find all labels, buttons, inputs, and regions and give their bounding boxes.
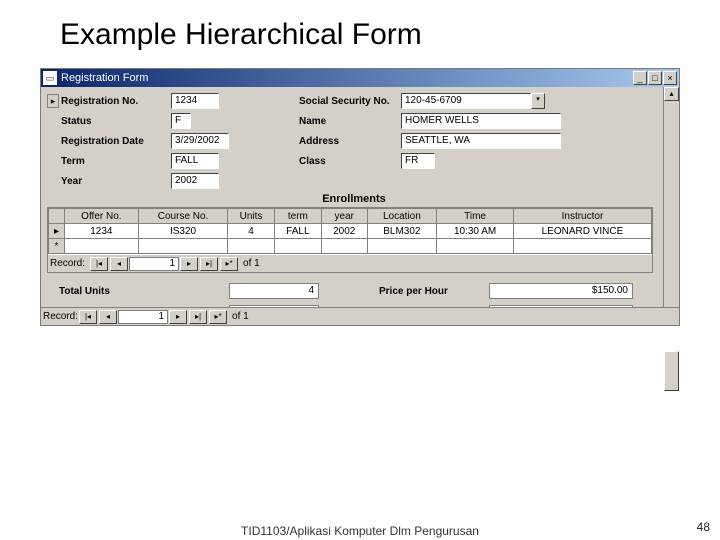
record-of-outer: of 1 bbox=[232, 311, 249, 322]
name-field[interactable]: HOMER WELLS bbox=[401, 113, 561, 129]
price-per-hour-field: $150.00 bbox=[489, 283, 633, 299]
scroll-up-icon[interactable]: ▴ bbox=[664, 87, 679, 101]
nav-last-button[interactable]: ▸| bbox=[200, 257, 218, 271]
titlebar: ▭ Registration Form _ □ × bbox=[41, 69, 679, 87]
label-class: Class bbox=[291, 156, 401, 167]
col-offer[interactable]: Offer No. bbox=[65, 209, 139, 224]
minimize-button[interactable]: _ bbox=[633, 71, 647, 85]
status-field[interactable]: F bbox=[171, 113, 191, 129]
cell-offer[interactable]: 1234 bbox=[65, 224, 139, 239]
nav-next-button[interactable]: ▸ bbox=[180, 257, 198, 271]
enrollments-grid: Offer No. Course No. Units term year Loc… bbox=[48, 208, 652, 254]
maximize-button[interactable]: □ bbox=[648, 71, 662, 85]
cell-instructor[interactable]: LEONARD VINCE bbox=[513, 224, 651, 239]
nav-last-button-outer[interactable]: ▸| bbox=[189, 310, 207, 324]
nav-new-button-outer[interactable]: ▸* bbox=[209, 310, 227, 324]
nav-new-button[interactable]: ▸* bbox=[220, 257, 238, 271]
close-button[interactable]: × bbox=[663, 71, 677, 85]
form-body: ▸ Registration No. 1234 Social Security … bbox=[41, 87, 679, 321]
label-reg-no: Registration No. bbox=[61, 96, 171, 107]
nav-next-button-outer[interactable]: ▸ bbox=[169, 310, 187, 324]
nav-first-button[interactable]: |◂ bbox=[90, 257, 108, 271]
col-year[interactable]: year bbox=[321, 209, 367, 224]
col-time[interactable]: Time bbox=[437, 209, 514, 224]
label-status: Status bbox=[61, 116, 171, 127]
col-instructor[interactable]: Instructor bbox=[513, 209, 651, 224]
col-units[interactable]: Units bbox=[228, 209, 274, 224]
record-of: of 1 bbox=[243, 258, 260, 269]
label-reg-date: Registration Date bbox=[61, 136, 171, 147]
label-name: Name bbox=[291, 116, 401, 127]
cell-term[interactable]: FALL bbox=[274, 224, 321, 239]
col-location[interactable]: Location bbox=[367, 209, 437, 224]
reg-no-field[interactable]: 1234 bbox=[171, 93, 219, 109]
nav-prev-button[interactable]: ◂ bbox=[110, 257, 128, 271]
label-year: Year bbox=[61, 176, 171, 187]
term-field[interactable]: FALL bbox=[171, 153, 219, 169]
class-field[interactable]: FR bbox=[401, 153, 435, 169]
record-label: Record: bbox=[50, 258, 85, 269]
window-title: Registration Form bbox=[61, 72, 633, 84]
reg-date-field[interactable]: 3/29/2002 bbox=[171, 133, 229, 149]
label-term: Term bbox=[61, 156, 171, 167]
slide-title: Example Hierarchical Form bbox=[0, 0, 720, 68]
label-ssn: Social Security No. bbox=[291, 96, 401, 107]
cell-course[interactable]: IS320 bbox=[138, 224, 228, 239]
main-record-nav: Record: |◂ ◂ 1 ▸ ▸| ▸* of 1 bbox=[41, 307, 679, 325]
subform-record-nav: Record: |◂ ◂ 1 ▸ ▸| ▸* of 1 bbox=[48, 254, 652, 272]
scroll-thumb[interactable] bbox=[664, 351, 679, 391]
window-scrollbar-vertical[interactable]: ▴ bbox=[663, 87, 679, 307]
slide-footer: TID1103/Aplikasi Komputer Dlm Pengurusan bbox=[241, 524, 479, 538]
address-field[interactable]: SEATTLE, WA bbox=[401, 133, 561, 149]
record-label-outer: Record: bbox=[43, 311, 78, 322]
cell-time[interactable]: 10:30 AM bbox=[437, 224, 514, 239]
cell-year[interactable]: 2002 bbox=[321, 224, 367, 239]
col-course[interactable]: Course No. bbox=[138, 209, 228, 224]
cell-location[interactable]: BLM302 bbox=[367, 224, 437, 239]
ssn-field[interactable]: 120-45-6709 bbox=[401, 93, 531, 109]
total-units-field: 4 bbox=[229, 283, 319, 299]
new-record-icon[interactable]: * bbox=[49, 239, 65, 254]
record-selector[interactable]: ▸ bbox=[47, 94, 59, 108]
cell-units[interactable]: 4 bbox=[228, 224, 274, 239]
app-window: ▭ Registration Form _ □ × ▸ Registration… bbox=[40, 68, 680, 326]
label-total-units: Total Units bbox=[59, 286, 229, 297]
label-address: Address bbox=[291, 136, 401, 147]
slide-page-number: 48 bbox=[697, 520, 710, 534]
col-term[interactable]: term bbox=[274, 209, 321, 224]
record-position-outer[interactable]: 1 bbox=[118, 310, 168, 324]
enrollments-subform: Offer No. Course No. Units term year Loc… bbox=[47, 207, 653, 273]
label-price-per-hour: Price per Hour bbox=[379, 286, 489, 297]
table-row[interactable]: ▸ 1234 IS320 4 FALL 2002 BLM302 10:30 AM… bbox=[49, 224, 652, 239]
row-selector[interactable]: ▸ bbox=[49, 224, 65, 239]
form-icon: ▭ bbox=[43, 71, 57, 85]
record-position[interactable]: 1 bbox=[129, 257, 179, 271]
year-field[interactable]: 2002 bbox=[171, 173, 219, 189]
nav-prev-button-outer[interactable]: ◂ bbox=[99, 310, 117, 324]
nav-first-button-outer[interactable]: |◂ bbox=[79, 310, 97, 324]
enrollments-heading: Enrollments bbox=[47, 193, 661, 205]
table-row-new[interactable]: * bbox=[49, 239, 652, 254]
ssn-dropdown-button[interactable]: ▾ bbox=[531, 93, 545, 109]
